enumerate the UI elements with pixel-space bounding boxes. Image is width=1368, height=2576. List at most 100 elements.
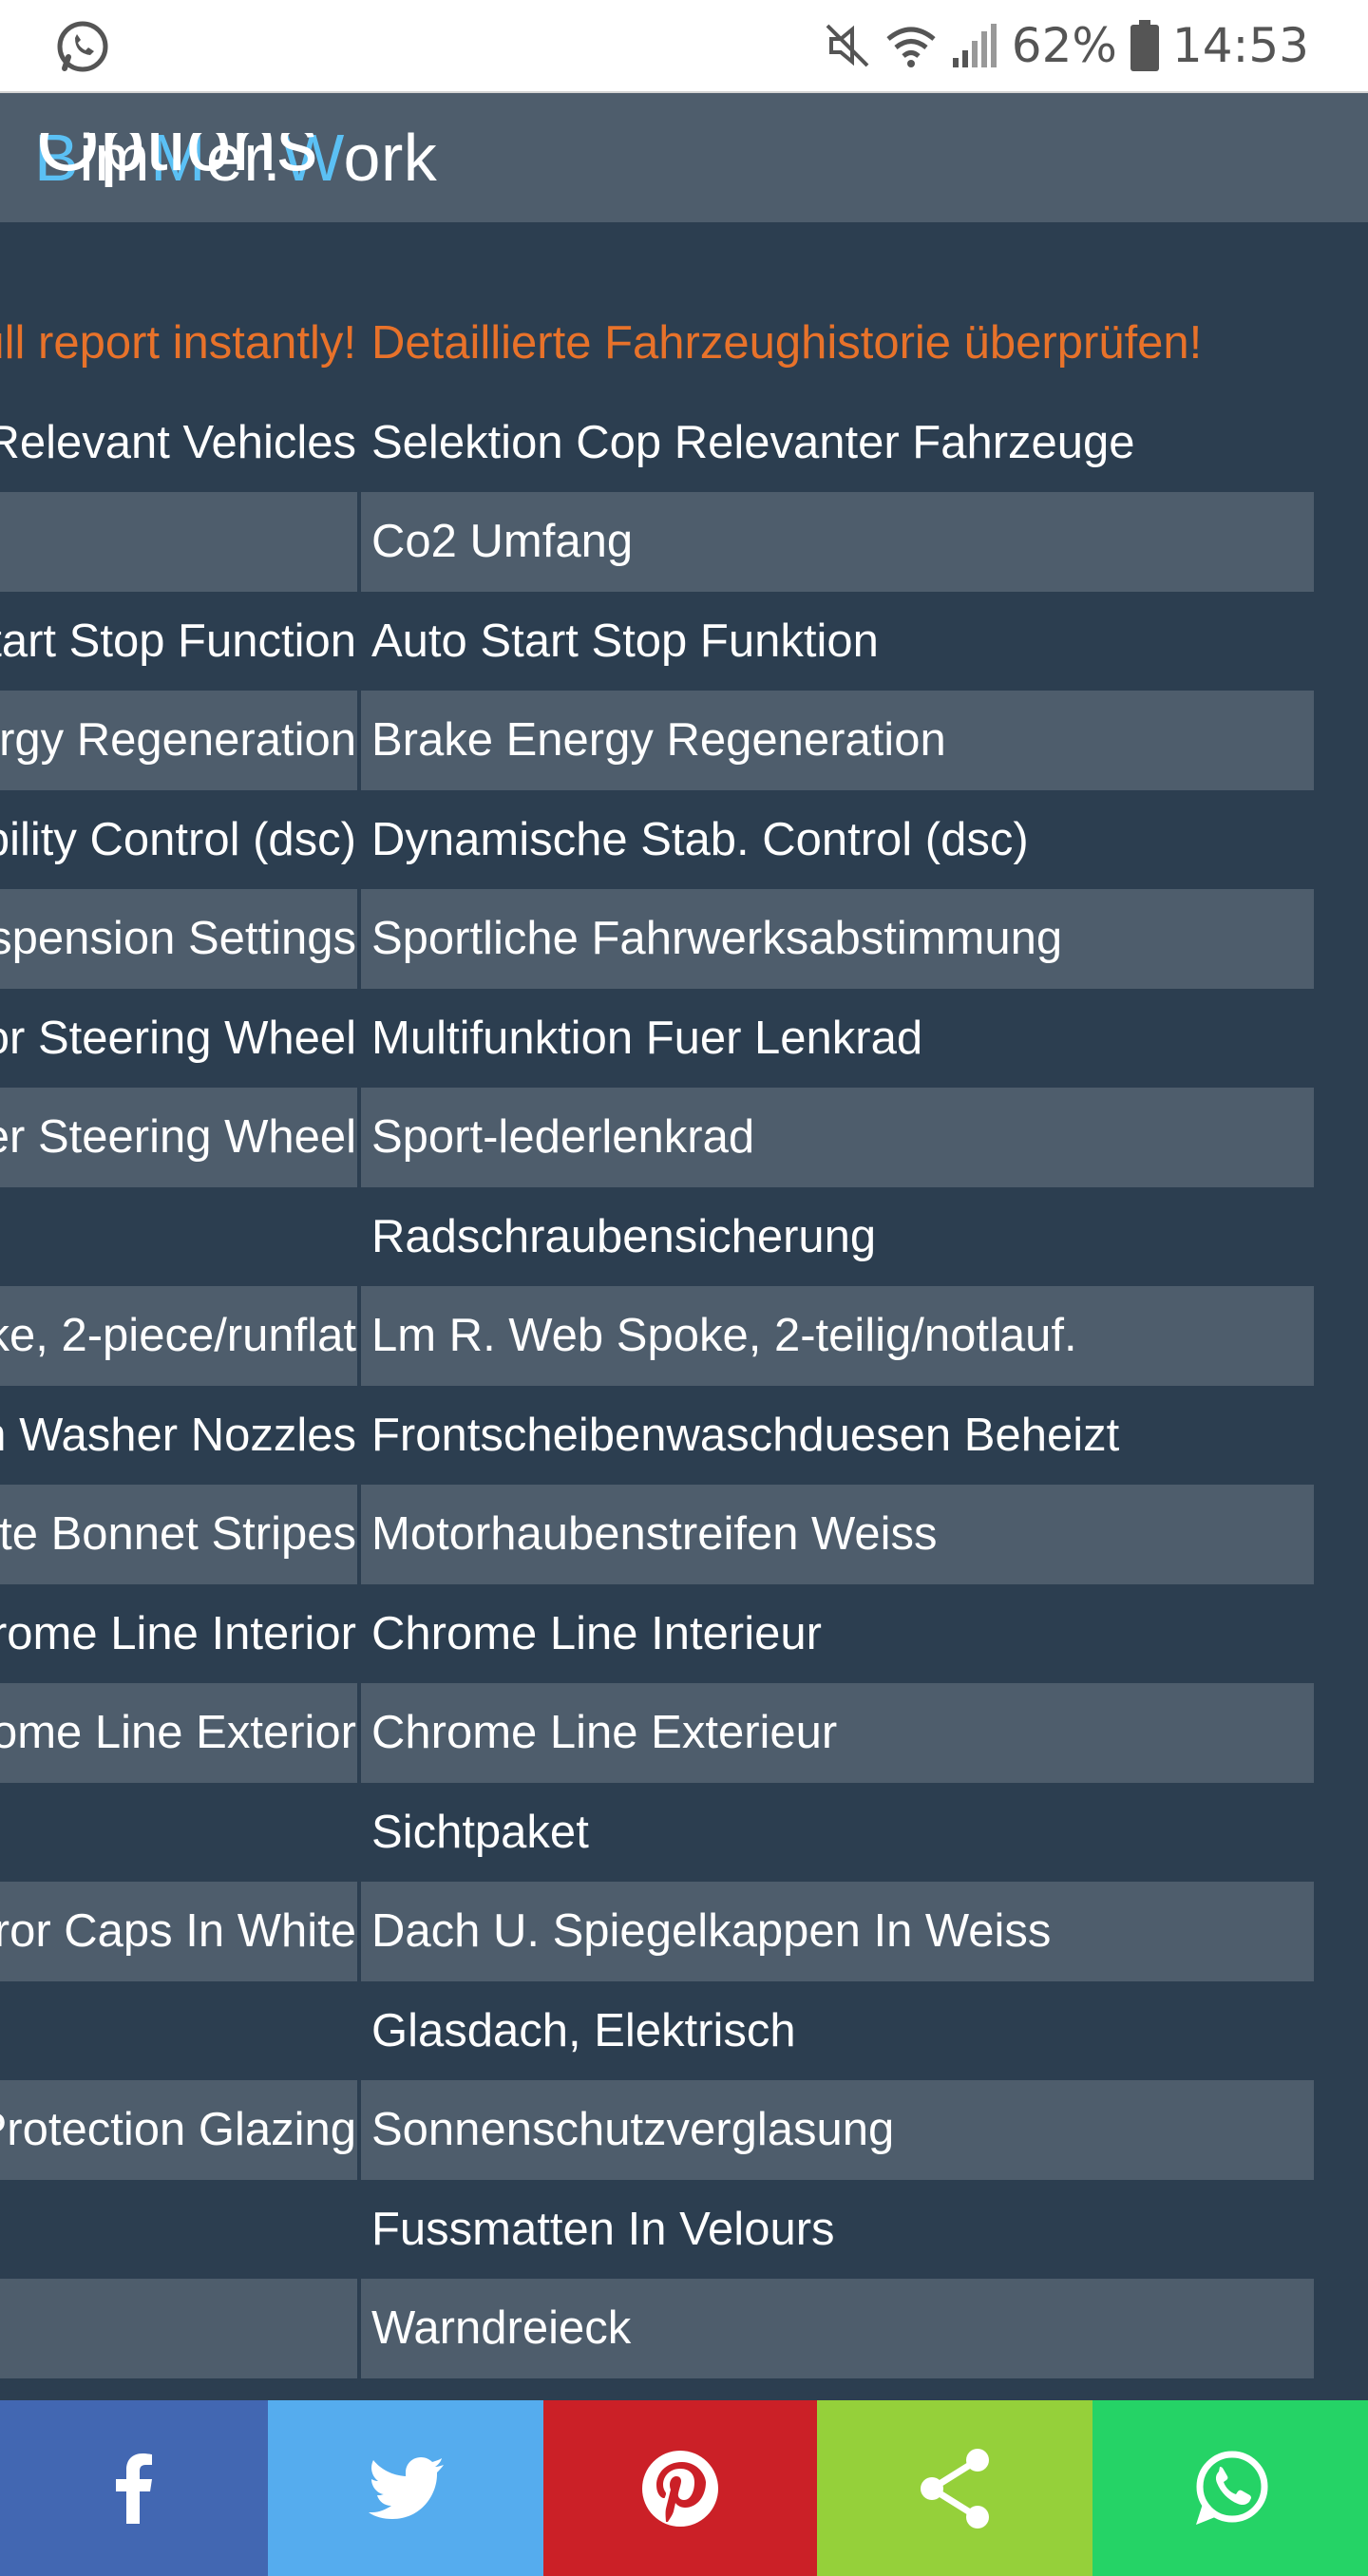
pinterest-share-button[interactable]: [543, 2400, 817, 2576]
share-bar: [0, 2400, 1368, 2576]
option-name-de: Sonnenschutzverglasung: [371, 2104, 895, 2155]
column-divider: [357, 1485, 361, 1584]
column-divider: [357, 1683, 361, 1783]
column-divider: [357, 1583, 361, 1683]
option-name-de: Frontscheibenwaschduesen Beheizt: [371, 1409, 1120, 1461]
table-row: Dynamic Stability Control (dsc) Dynamisch…: [0, 789, 1314, 889]
option-name-de: Warndreieck: [371, 2302, 632, 2354]
option-name-de: Sportliche Fahrwerksabstimmung: [371, 913, 1063, 964]
option-name-de: Dynamische Stab. Control (dsc): [371, 813, 1029, 865]
table-row: Roof And Mirror Caps In White Dach U. Spi…: [0, 1882, 1314, 1981]
option-name-en: Chrome Line Exterior: [0, 1707, 356, 1758]
option-name-en: [0, 1981, 356, 2081]
column-divider: [357, 492, 361, 592]
option-name-en: [0, 2180, 356, 2280]
history-link[interactable]: Detaillierte Fahrzeughistorie überprüfen…: [371, 294, 1314, 393]
battery-icon: [1130, 20, 1159, 71]
column-divider: [357, 294, 361, 393]
column-divider: [357, 1980, 361, 2080]
table-row: Sport Leather Steering Wheel Sport-lederl…: [0, 1088, 1314, 1187]
option-name-de: Sport-lederlenkrad: [371, 1111, 755, 1163]
column-divider: [357, 1385, 361, 1485]
column-divider: [357, 392, 361, 492]
option-name-en: Sun Protection Glazing: [0, 2104, 356, 2155]
column-divider: [357, 1088, 361, 1187]
option-name-de: Brake Energy Regeneration: [371, 714, 946, 766]
table-row: White Bonnet Stripes Motorhaubenstreifen …: [0, 1485, 1314, 1584]
table-row: Web Spoke, 2-piece/runflat Lm R. Web Spok…: [0, 1286, 1314, 1386]
pinterest-icon: [642, 2450, 718, 2527]
option-name-de: Co2 Umfang: [371, 516, 634, 567]
whatsapp-icon: [57, 21, 108, 72]
option-name-en: [0, 492, 356, 592]
mute-icon: [826, 24, 869, 67]
column-divider: [357, 1882, 361, 1981]
option-name-en: Auto Start Stop Function: [0, 615, 356, 667]
column-divider: [357, 988, 361, 1088]
table-row: Fussmatten In Velours: [0, 2179, 1314, 2280]
option-name-de: Selektion Cop Relevanter Fahrzeuge: [371, 416, 1135, 468]
column-divider: [357, 889, 361, 989]
twitter-share-button[interactable]: [268, 2400, 543, 2576]
table-row: Glasdach, Elektrisch: [0, 1980, 1314, 2081]
generic-share-button[interactable]: [817, 2400, 1092, 2576]
option-name-de: Chrome Line Interieur: [371, 1607, 822, 1659]
column-divider: [357, 2179, 361, 2279]
table-row: Selection Cop Relevant Vehicles Selektion…: [0, 392, 1314, 492]
option-name-de: Motorhaubenstreifen Weiss: [371, 1508, 938, 1560]
table-row: Warndreieck: [0, 2279, 1314, 2378]
table-row: Auto Start Stop Function Auto Start Stop …: [0, 591, 1314, 691]
whatsapp-share-button[interactable]: [1092, 2400, 1368, 2576]
share-icon: [921, 2448, 989, 2529]
option-name-en: Roof And Mirror Caps In White: [0, 1905, 356, 1957]
table-header-row: Check the full report instantly! Detaill…: [0, 294, 1314, 393]
table-row: Sichtpaket: [0, 1782, 1314, 1883]
table-row: Sun Protection Glazing Sonnenschutzvergla…: [0, 2080, 1314, 2180]
table-row: Brake Energy Regeneration Brake Energy Re…: [0, 691, 1314, 790]
battery-percent: 62%: [1011, 18, 1117, 73]
options-table: Check the full report instantly! Detaill…: [0, 294, 1314, 2378]
option-name-en: [0, 2279, 356, 2378]
option-name-de: Radschraubensicherung: [371, 1210, 877, 1262]
option-name-de: Multifunktion Fuer Lenkrad: [371, 1012, 923, 1064]
report-link[interactable]: Check the full report instantly!: [0, 294, 356, 393]
option-name-de: Dach U. Spiegelkappen In Weiss: [371, 1905, 1052, 1957]
option-name-de: Glasdach, Elektrisch: [371, 2004, 796, 2056]
option-name-en: [0, 1187, 356, 1287]
table-row: Heated Windscreen Washer Nozzles Frontsch…: [0, 1385, 1314, 1485]
table-row: Co2 Umfang: [0, 492, 1314, 592]
option-name-en: Sport Leather Steering Wheel: [0, 1111, 356, 1163]
column-divider: [357, 2080, 361, 2180]
whatsapp-icon: [1196, 2451, 1268, 2525]
option-name-en: Sport Suspension Settings: [0, 913, 356, 964]
wifi-icon: [886, 27, 936, 67]
column-divider: [357, 591, 361, 691]
option-name-en: Brake Energy Regeneration: [0, 714, 356, 766]
option-name-en: Chrome Line Interior: [0, 1607, 356, 1659]
table-row: Chrome Line Exterior Chrome Line Exterieu…: [0, 1683, 1314, 1783]
column-divider: [357, 691, 361, 790]
facebook-share-button[interactable]: [0, 2400, 268, 2576]
signal-icon: [952, 24, 997, 67]
option-name-en: Heated Windscreen Washer Nozzles: [0, 1409, 356, 1461]
option-name-en: Selection Cop Relevant Vehicles: [0, 416, 356, 468]
option-name-en: Multifunction For Steering Wheel: [0, 1012, 356, 1064]
column-divider: [357, 789, 361, 889]
section-heading: Options: [36, 133, 318, 188]
table-row: Radschraubensicherung: [0, 1186, 1314, 1287]
option-name-de: Auto Start Stop Funktion: [371, 615, 879, 667]
table-row: Chrome Line Interior Chrome Line Interieu…: [0, 1583, 1314, 1683]
column-divider: [357, 1286, 361, 1386]
status-bar: 62% 14:53: [0, 0, 1368, 93]
column-divider: [357, 1186, 361, 1286]
option-name-de: Fussmatten In Velours: [371, 2203, 835, 2255]
clock: 14:53: [1171, 18, 1309, 73]
option-name-en: Dynamic Stability Control (dsc): [0, 813, 356, 865]
option-name-en: [0, 1783, 356, 1883]
table-row: Multifunction For Steering Wheel Multifun…: [0, 988, 1314, 1088]
column-divider: [357, 2279, 361, 2378]
option-name-de: Sichtpaket: [371, 1806, 589, 1858]
twitter-icon: [369, 2456, 444, 2519]
option-name-en: White Bonnet Stripes: [0, 1508, 356, 1560]
facebook-icon: [116, 2453, 152, 2524]
